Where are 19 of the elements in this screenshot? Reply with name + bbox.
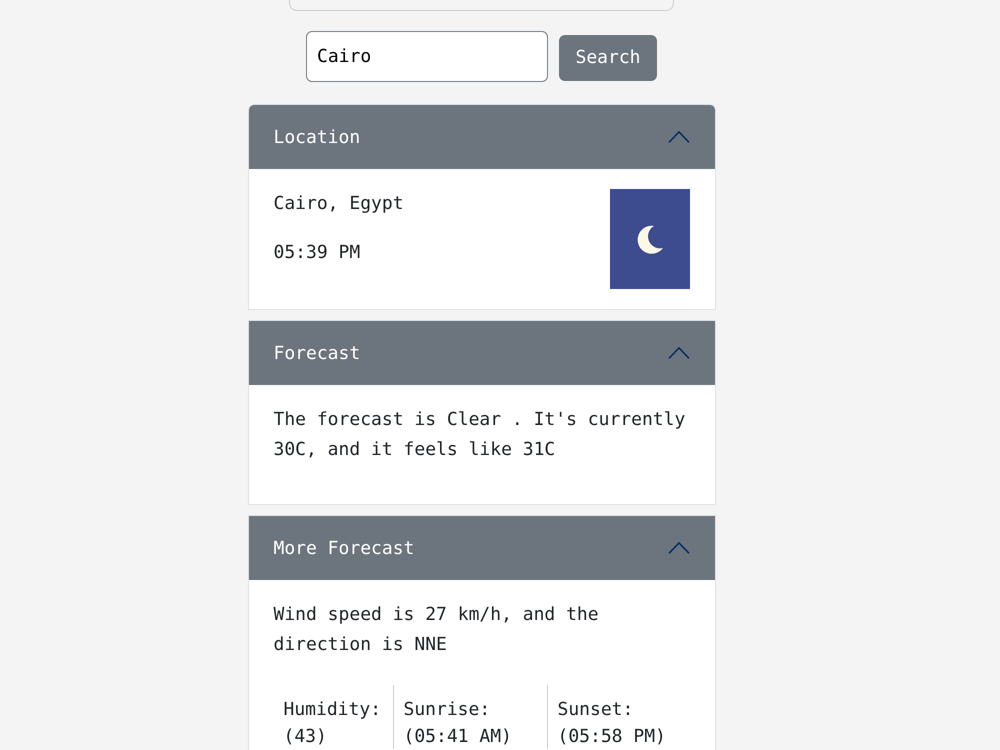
accordion-header[interactable]: Location: [248, 105, 714, 169]
place-name: Cairo, Egypt: [274, 192, 404, 216]
stat-label: Sunrise:: [404, 698, 490, 722]
stat-label: Sunset:: [558, 698, 634, 722]
stat-value: (05:58 PM): [558, 725, 666, 749]
stat-value: (43): [284, 725, 327, 749]
search-field[interactable]: Cairo: [306, 31, 548, 82]
stat-label: Humidity:: [284, 698, 382, 722]
forecast-text: The forecast is Clear . It's currently 30C, and it feels like 31C: [274, 408, 686, 462]
moon-icon: [610, 189, 690, 289]
chevron-icon: [668, 542, 690, 554]
stat-value: (05:41 AM): [404, 725, 512, 749]
chevron-icon: [668, 131, 690, 143]
chevron-icon: [668, 347, 690, 359]
accordion-header[interactable]: More Forecast: [248, 516, 714, 580]
wind-text: Wind speed is 27 km/h, and the direction is NNE: [274, 603, 600, 657]
local-time: 05:39 PM: [274, 241, 360, 265]
accordion-header[interactable]: Forecast: [248, 321, 714, 385]
search-button[interactable]: Search: [559, 34, 657, 80]
